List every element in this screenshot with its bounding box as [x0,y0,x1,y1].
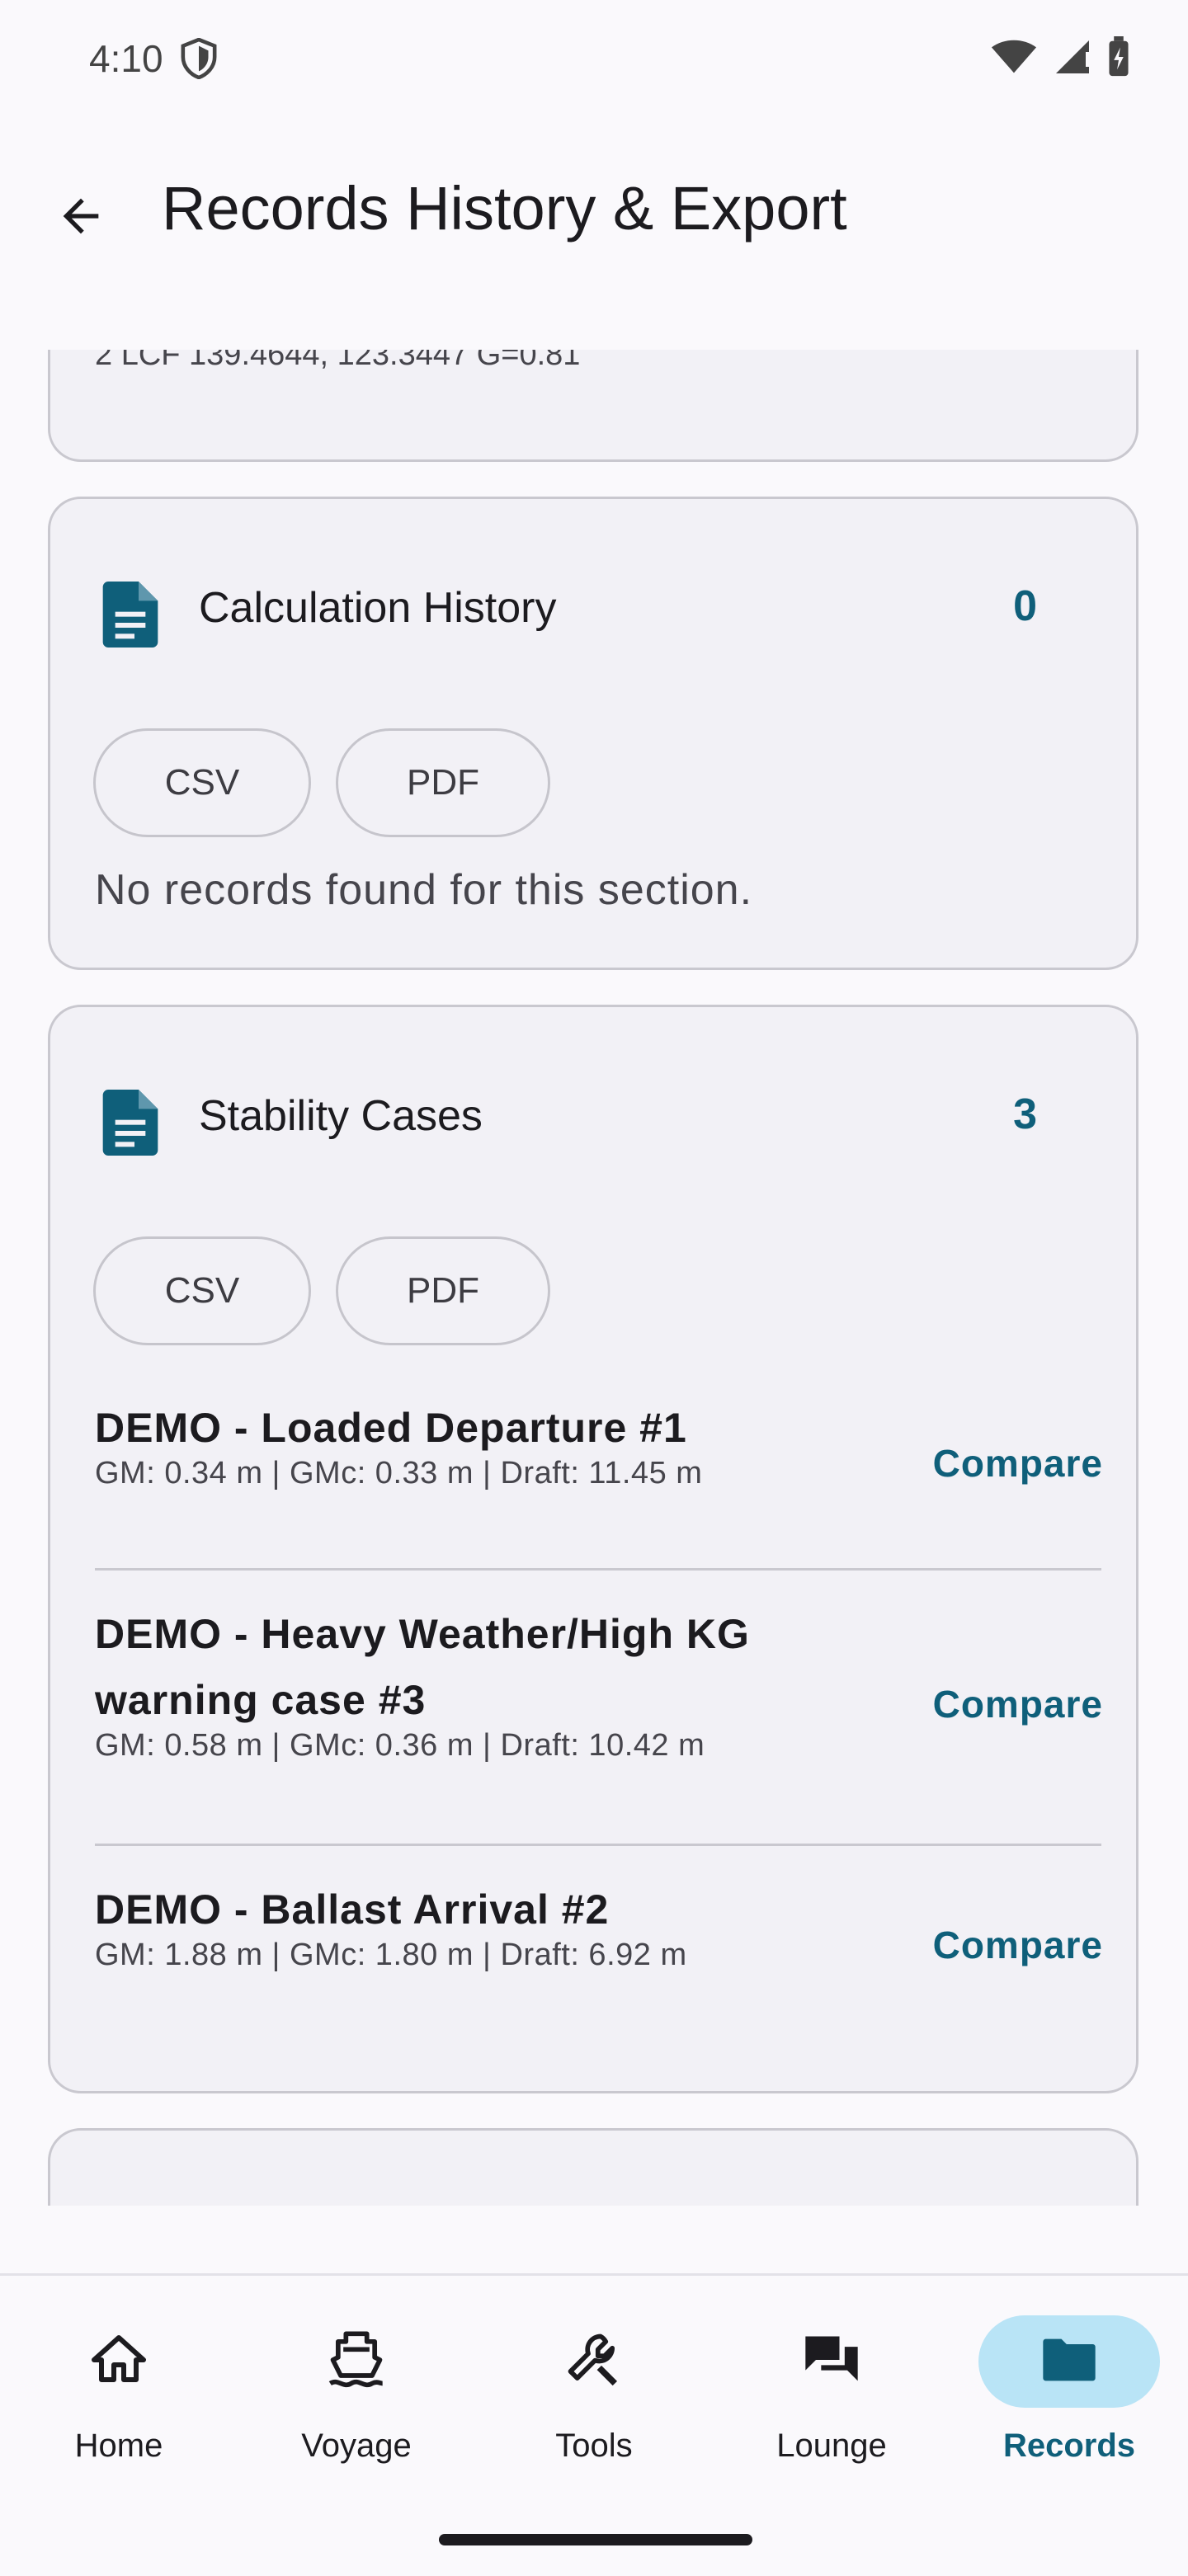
top-app-bar: Records History & Export [0,115,1188,350]
nav-item-home[interactable]: Home [0,2276,238,2490]
nav-icon-container [28,2315,210,2408]
divider [95,1568,1101,1571]
section-title: Calculation History [199,584,557,632]
partial-record-card: 2 LCF 139.4644, 123.3447 G=0.81 [48,350,1138,462]
nav-label: Voyage [301,2428,412,2464]
bottom-navigation: Home Voyage Tools Lounge Records [0,2273,1188,2576]
home-indicator[interactable] [439,2534,752,2545]
signal-icon [1053,39,1092,79]
document-icon [101,582,159,652]
chat-icon [800,2329,863,2395]
arrow-back-icon [54,190,107,247]
empty-state-text: No records found for this section. [95,866,753,914]
nav-item-tools[interactable]: Tools [475,2276,713,2490]
nav-icon-container [741,2315,922,2408]
page-title: Records History & Export [162,174,847,243]
record-count: 3 [1013,1090,1037,1138]
nav-icon-container [978,2315,1160,2408]
partial-record-text: 2 LCF 139.4644, 123.3447 G=0.81 [95,350,581,372]
stability-cases-card: Stability Cases 3 CSV PDF DEMO - Loaded … [48,1005,1138,2093]
ship-icon [325,2329,388,2395]
nav-label: Tools [555,2428,633,2464]
home-icon [89,2330,148,2394]
export-csv-button[interactable]: CSV [93,1236,311,1345]
export-csv-button[interactable]: CSV [93,728,311,837]
shield-icon [180,37,218,83]
nav-icon-container [503,2315,685,2408]
status-icons [990,36,1130,82]
nav-icon-container [266,2315,447,2408]
record-title-line-1: DEMO - Heavy Weather/High KG [95,1611,750,1657]
compare-button[interactable]: Compare [933,1923,1103,1967]
divider [95,1844,1101,1846]
export-pdf-button[interactable]: PDF [336,1236,550,1345]
nav-label: Lounge [776,2428,887,2464]
wrench-icon [563,2329,625,2395]
record-details: GM: 0.58 m | GMc: 0.36 m | Draft: 10.42 … [95,1728,705,1763]
back-button[interactable] [41,178,120,257]
compare-button[interactable]: Compare [933,1682,1103,1726]
nav-item-lounge[interactable]: Lounge [713,2276,950,2490]
wifi-icon [990,39,1038,79]
document-icon [101,1090,159,1160]
records-list[interactable]: 2 LCF 139.4644, 123.3447 G=0.81 Calculat… [0,350,1188,2206]
nav-label: Home [74,2428,163,2464]
next-section-card [48,2128,1138,2206]
calculation-history-card: Calculation History 0 CSV PDF No records… [48,497,1138,970]
folder-icon [1038,2329,1101,2395]
compare-button[interactable]: Compare [933,1441,1103,1486]
nav-item-records[interactable]: Records [950,2276,1188,2490]
status-bar: 4:10 [0,0,1188,115]
status-time: 4:10 [89,37,163,80]
record-count: 0 [1013,582,1037,630]
nav-label: Records [1002,2428,1136,2464]
export-pdf-button[interactable]: PDF [336,728,550,837]
battery-icon [1107,36,1130,82]
nav-item-voyage[interactable]: Voyage [238,2276,475,2490]
section-title: Stability Cases [199,1092,483,1140]
